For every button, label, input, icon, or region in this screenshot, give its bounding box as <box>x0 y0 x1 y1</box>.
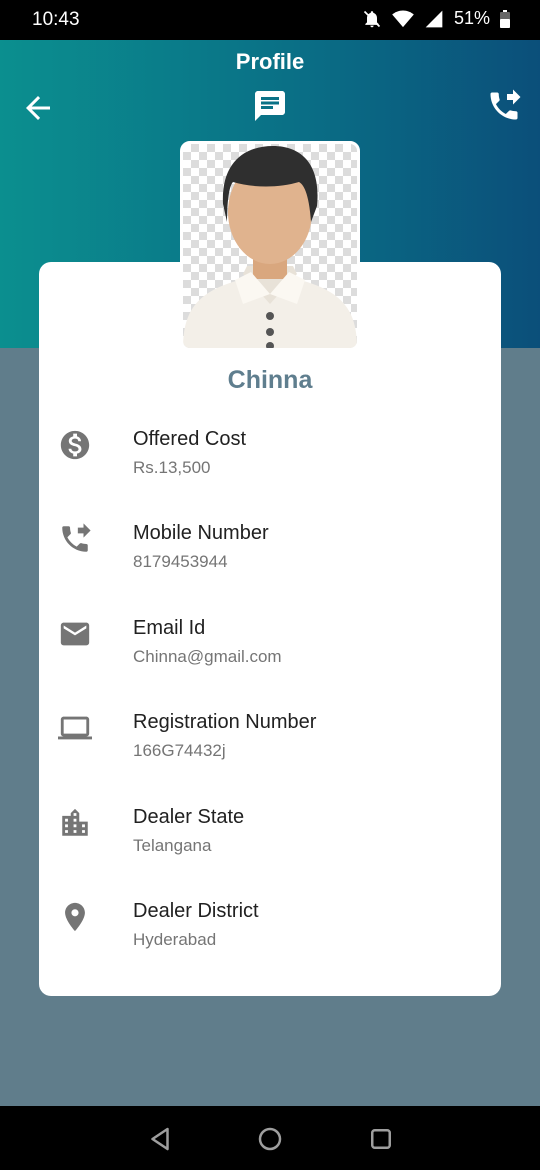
arrow-back-icon <box>26 96 50 120</box>
detail-value: Chinna@gmail.com <box>133 647 282 666</box>
detail-value: Telangana <box>133 836 212 855</box>
notifications-off-icon <box>363 10 381 27</box>
laptop-icon <box>58 716 92 740</box>
detail-label: Dealer District <box>133 900 259 922</box>
chat-icon <box>255 91 285 121</box>
detail-row-email: Email Id Chinna@gmail.com <box>58 617 478 687</box>
signal-icon <box>425 10 443 27</box>
back-button[interactable] <box>20 90 56 126</box>
battery-icon <box>500 9 510 28</box>
status-time: 10:43 <box>32 9 80 30</box>
detail-value: 166G74432j <box>133 741 226 760</box>
mail-icon <box>60 622 90 646</box>
building-icon <box>62 808 88 836</box>
page-title: Profile <box>235 49 305 74</box>
status-bar: 10:43 51% <box>0 0 540 40</box>
battery-percentage: 51% <box>453 8 490 28</box>
phone-forward-icon <box>62 523 91 552</box>
detail-label: Registration Number <box>133 711 317 733</box>
detail-label: Offered Cost <box>133 428 247 450</box>
location-pin-icon <box>65 902 85 932</box>
detail-row-dealer-district: Dealer District Hyderabad <box>58 900 478 970</box>
person-avatar-icon <box>183 146 357 348</box>
detail-value: 8179453944 <box>133 552 228 571</box>
detail-row-dealer-state: Dealer State Telangana <box>58 806 478 876</box>
nav-back-icon[interactable] <box>145 1124 175 1154</box>
detail-label: Mobile Number <box>133 522 269 544</box>
message-button[interactable] <box>252 88 288 124</box>
wifi-icon <box>392 9 414 27</box>
detail-value: Hyderabad <box>133 930 217 949</box>
detail-row-mobile-number: Mobile Number 8179453944 <box>58 522 478 592</box>
call-button[interactable] <box>486 88 522 124</box>
profile-name: Chinna <box>227 366 313 394</box>
nav-home-icon[interactable] <box>255 1124 285 1154</box>
dollar-circle-icon <box>60 430 90 460</box>
detail-label: Dealer State <box>133 806 245 828</box>
detail-value: Rs.13,500 <box>133 458 211 477</box>
detail-row-offered-cost: Offered Cost Rs.13,500 <box>58 428 478 498</box>
detail-row-registration-number: Registration Number 166G74432j <box>58 711 478 781</box>
detail-label: Email Id <box>133 617 206 639</box>
nav-recents-icon[interactable] <box>366 1124 396 1154</box>
system-nav-bar <box>0 1106 540 1170</box>
status-icons: 51% <box>362 8 510 29</box>
avatar <box>180 141 360 351</box>
phone-forward-icon <box>490 89 521 120</box>
